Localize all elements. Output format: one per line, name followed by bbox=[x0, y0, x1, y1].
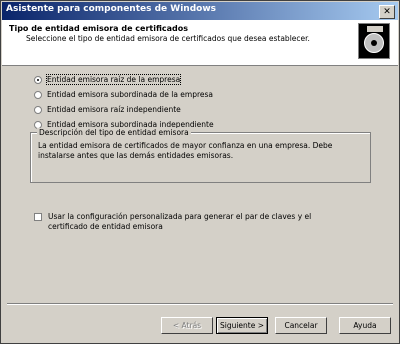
title-bar[interactable]: Asistente para componentes de Windows ✕ bbox=[2, 2, 398, 20]
radio-enterprise-subordinate[interactable]: Entidad emisora subordinada de la empres… bbox=[34, 87, 214, 102]
radio-button[interactable] bbox=[34, 105, 42, 114]
radio-standalone-root[interactable]: Entidad emisora raíz independiente bbox=[34, 102, 214, 117]
description-group: Descripción del tipo de entidad emisora … bbox=[30, 128, 371, 183]
page-subtitle: Seleccione el tipo de entidad emisora de… bbox=[26, 34, 310, 43]
radio-label[interactable]: Entidad emisora raíz independiente bbox=[47, 105, 181, 114]
description-text: La entidad emisora de certificados de ma… bbox=[38, 141, 333, 160]
footer-separator bbox=[7, 303, 393, 305]
cancel-button[interactable]: Cancelar bbox=[275, 317, 327, 334]
radio-label[interactable]: Entidad emisora subordinada de la empres… bbox=[47, 90, 213, 99]
radio-button[interactable] bbox=[34, 90, 42, 99]
help-button[interactable]: Ayuda bbox=[339, 317, 391, 334]
wizard-header: Tipo de entidad emisora de certificados … bbox=[2, 20, 398, 66]
custom-config-checkbox[interactable] bbox=[34, 213, 42, 221]
window-title: Asistente para componentes de Windows bbox=[6, 4, 217, 14]
close-button[interactable]: ✕ bbox=[379, 5, 395, 19]
back-button[interactable]: < Atrás bbox=[161, 317, 213, 334]
radio-label[interactable]: Entidad emisora raíz de la empresa bbox=[45, 74, 182, 85]
description-legend: Descripción del tipo de entidad emisora bbox=[37, 128, 191, 137]
next-button[interactable]: Siguiente > bbox=[216, 317, 268, 334]
certificate-disc-icon bbox=[358, 23, 390, 59]
wizard-window: Asistente para componentes de Windows ✕ … bbox=[0, 0, 400, 344]
close-icon: ✕ bbox=[383, 7, 391, 17]
page-title: Tipo de entidad emisora de certificados bbox=[9, 24, 189, 33]
radio-button[interactable] bbox=[34, 75, 42, 84]
custom-config-option[interactable]: Usar la configuración personalizada para… bbox=[34, 212, 348, 232]
radio-enterprise-root[interactable]: Entidad emisora raíz de la empresa bbox=[34, 72, 214, 87]
ca-type-radio-group: Entidad emisora raíz de la empresa Entid… bbox=[34, 72, 214, 132]
custom-config-label[interactable]: Usar la configuración personalizada para… bbox=[48, 212, 348, 232]
